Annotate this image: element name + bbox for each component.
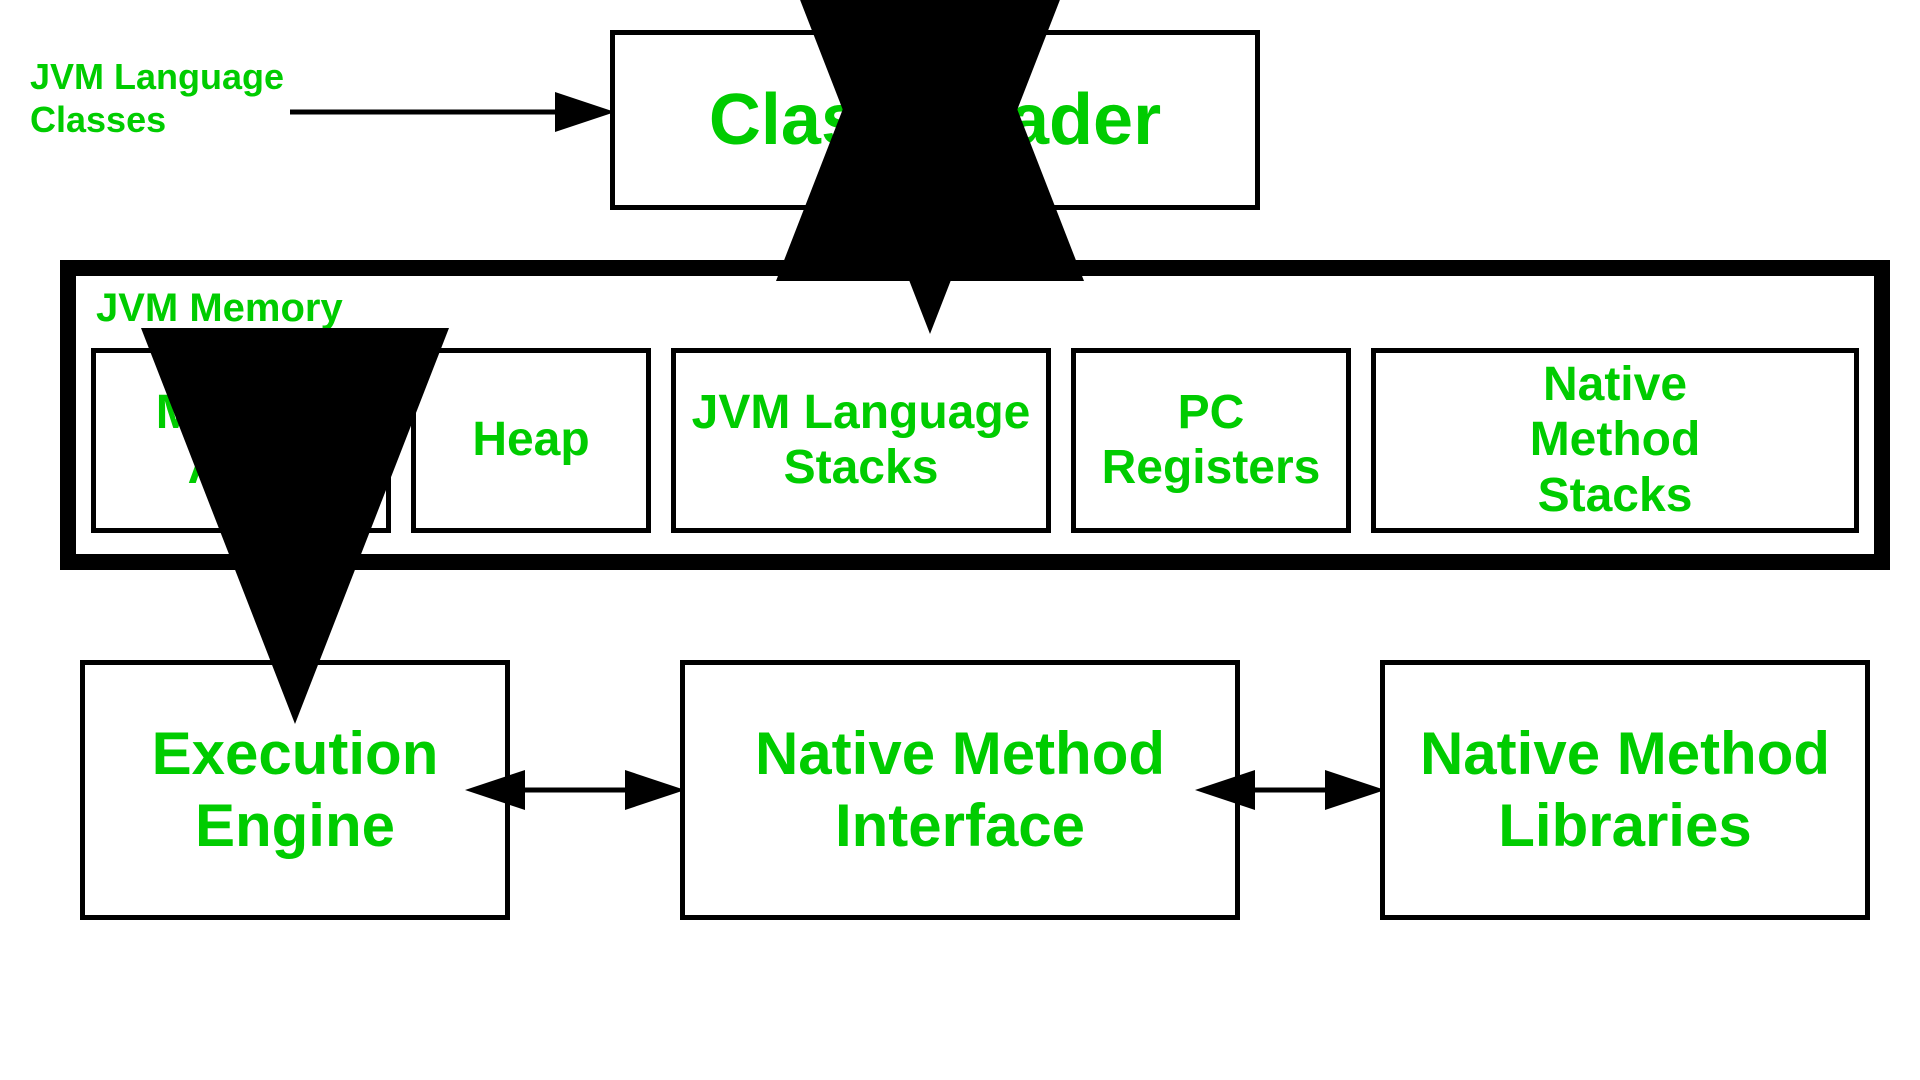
memory-boxes-row: MethodArea Heap JVM LanguageStacks PCReg… [76, 336, 1874, 554]
native-method-libraries-label: Native MethodLibraries [1420, 718, 1830, 862]
jvm-language-classes-label: JVM Language Classes [30, 55, 284, 141]
jvm-stacks-box: JVM LanguageStacks [671, 348, 1051, 533]
diagram-container: JVM Language Classes Class Loader JVM Me… [0, 0, 1920, 1080]
jvm-memory-box: JVM Memory MethodArea Heap JVM LanguageS… [60, 260, 1890, 570]
heap-box: Heap [411, 348, 651, 533]
jvm-stacks-label: JVM LanguageStacks [692, 385, 1031, 495]
native-stacks-box: NativeMethodStacks [1371, 348, 1859, 533]
native-stacks-label: NativeMethodStacks [1530, 357, 1701, 523]
native-method-interface-label: Native MethodInterface [755, 718, 1165, 862]
method-area-label: MethodArea [156, 385, 327, 495]
jvm-memory-inner: JVM Memory MethodArea Heap JVM LanguageS… [76, 276, 1874, 554]
native-method-libraries-box: Native MethodLibraries [1380, 660, 1870, 920]
pc-registers-box: PCRegisters [1071, 348, 1351, 533]
heap-label: Heap [472, 412, 589, 467]
execution-engine-box: ExecutionEngine [80, 660, 510, 920]
execution-engine-label: ExecutionEngine [152, 718, 439, 862]
jvm-memory-title: JVM Memory [76, 276, 1874, 336]
class-loader-box: Class Loader [610, 30, 1260, 210]
class-loader-label: Class Loader [709, 79, 1161, 161]
method-area-box: MethodArea [91, 348, 391, 533]
pc-registers-label: PCRegisters [1102, 385, 1321, 495]
native-method-interface-box: Native MethodInterface [680, 660, 1240, 920]
